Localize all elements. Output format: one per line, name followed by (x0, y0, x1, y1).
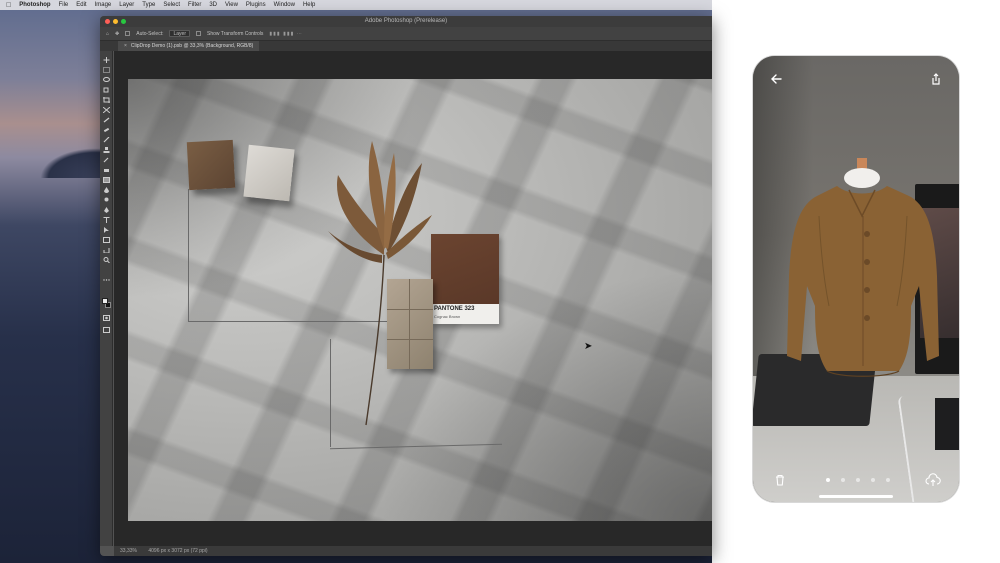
jacket-photo (787, 158, 939, 377)
menu-image[interactable]: Image (95, 2, 112, 8)
photo-bottom-bar (753, 470, 959, 492)
document-tabbar: × ClipDrop Demo (1).psb @ 33,3% (Backgrou… (100, 41, 712, 51)
healing-brush-tool-icon[interactable] (103, 127, 110, 133)
wood-tile-image (387, 279, 433, 369)
pager-dot-2[interactable] (841, 478, 845, 482)
brush-tool-icon[interactable] (103, 137, 110, 143)
eraser-tool-icon[interactable] (103, 167, 110, 173)
crop-tool-icon[interactable] (103, 97, 110, 103)
trash-icon[interactable] (773, 473, 787, 487)
screen:  Photoshop File Edit Image Layer Type S… (0, 0, 1000, 563)
window-title: Adobe Photoshop (Prerelease) (364, 18, 448, 24)
auto-select-checkbox[interactable] (125, 31, 131, 36)
close-tab-icon[interactable]: × (124, 43, 127, 49)
move-tool-icon[interactable] (103, 57, 110, 63)
frame-line-left (188, 189, 189, 321)
apple-icon[interactable]:  (6, 2, 11, 9)
tile-seam (387, 339, 433, 340)
pantone-color-chip (431, 234, 499, 304)
type-tool-icon[interactable] (103, 217, 110, 223)
move-tool-icon[interactable]: ✥ (115, 31, 119, 37)
phone-screen (753, 56, 959, 502)
history-brush-tool-icon[interactable] (103, 157, 110, 163)
pager-dot-4[interactable] (871, 478, 875, 482)
gradient-tool-icon[interactable] (103, 177, 110, 183)
menu-type[interactable]: Type (142, 2, 155, 8)
align-icons[interactable]: ▮▮▮ ▮▮▮ ⋯ (269, 31, 302, 37)
rectangle-tool-icon[interactable] (103, 237, 110, 243)
zoom-tool-icon[interactable] (103, 257, 110, 263)
window-titlebar[interactable]: Adobe Photoshop (Prerelease) (100, 16, 712, 27)
menu-filter[interactable]: Filter (188, 2, 201, 8)
blur-tool-icon[interactable] (103, 187, 110, 193)
screen-mode-icon[interactable] (103, 327, 110, 333)
tools-panel (100, 51, 113, 546)
options-bar: ⌂ ✥ Auto-Select: Layer Show Transform Co… (100, 27, 712, 41)
lasso-tool-icon[interactable] (103, 77, 110, 83)
menu-layer[interactable]: Layer (119, 2, 134, 8)
home-icon[interactable]: ⌂ (106, 31, 109, 37)
eyedropper-tool-icon[interactable] (103, 117, 110, 123)
menu-help[interactable]: Help (303, 2, 315, 8)
macos-menubar:  Photoshop File Edit Image Layer Type S… (0, 0, 712, 10)
path-selection-tool-icon[interactable] (103, 227, 110, 233)
pager-dot-1[interactable] (826, 478, 830, 482)
canvas-workspace[interactable]: PANTONE 323 Cognac Brown ➤ (114, 51, 712, 546)
zoom-level[interactable]: 33,33% (120, 548, 137, 554)
menu-3d[interactable]: 3D (209, 2, 217, 8)
pager-dot-5[interactable] (886, 478, 890, 482)
tile-seam (409, 279, 410, 369)
document-tab-label: ClipDrop Demo (1).psb @ 33,3% (Backgroun… (130, 43, 254, 49)
brown-paper-swatch (186, 139, 236, 191)
menu-file[interactable]: File (59, 2, 69, 8)
transform-controls-checkbox[interactable] (196, 31, 201, 36)
transform-controls-label: Show Transform Controls (207, 30, 264, 37)
document-canvas[interactable]: PANTONE 323 Cognac Brown ➤ (128, 79, 712, 521)
pantone-code: PANTONE 323 (434, 306, 475, 312)
menu-window[interactable]: Window (274, 2, 295, 8)
document-size: 4096 px x 3072 px (72 ppi) (148, 548, 208, 554)
home-indicator[interactable] (819, 495, 893, 498)
more-tools-icon[interactable] (103, 277, 110, 283)
quick-mask-icon[interactable] (103, 315, 110, 321)
move-cursor-icon: ➤ (584, 341, 593, 352)
pantone-name: Cognac Brown (434, 314, 461, 319)
menu-plugins[interactable]: Plugins (246, 2, 266, 8)
pantone-card: PANTONE 323 Cognac Brown (431, 234, 499, 324)
menu-view[interactable]: View (225, 2, 238, 8)
menu-edit[interactable]: Edit (76, 2, 86, 8)
auto-select-dropdown[interactable]: Layer (169, 30, 190, 37)
pen-tool-icon[interactable] (103, 207, 110, 213)
document-tab[interactable]: × ClipDrop Demo (1).psb @ 33,3% (Backgrou… (118, 41, 260, 51)
pager-dot-3[interactable] (856, 478, 860, 482)
arrow-left-icon[interactable] (769, 72, 783, 86)
status-bar: 33,33% 4096 px x 3072 px (72 ppi) (114, 546, 712, 556)
dodge-tool-icon[interactable] (103, 197, 110, 203)
photoshop-window: Adobe Photoshop (Prerelease) ⌂ ✥ Auto-Se… (100, 16, 712, 556)
tile-seam (387, 309, 433, 310)
hand-tool-icon[interactable] (103, 247, 110, 253)
marquee-tool-icon[interactable] (103, 67, 110, 73)
clone-stamp-tool-icon[interactable] (103, 147, 110, 153)
menu-app-name[interactable]: Photoshop (19, 2, 50, 8)
auto-select-label: Auto-Select: (136, 30, 164, 37)
share-icon[interactable] (929, 72, 943, 86)
object-select-tool-icon[interactable] (103, 87, 110, 93)
foreground-color-swatch[interactable] (102, 298, 108, 304)
menu-select[interactable]: Select (163, 2, 180, 8)
cloud-upload-icon[interactable] (925, 472, 941, 488)
white-paper-swatch (243, 144, 295, 202)
frame-tool-icon[interactable] (103, 107, 110, 113)
